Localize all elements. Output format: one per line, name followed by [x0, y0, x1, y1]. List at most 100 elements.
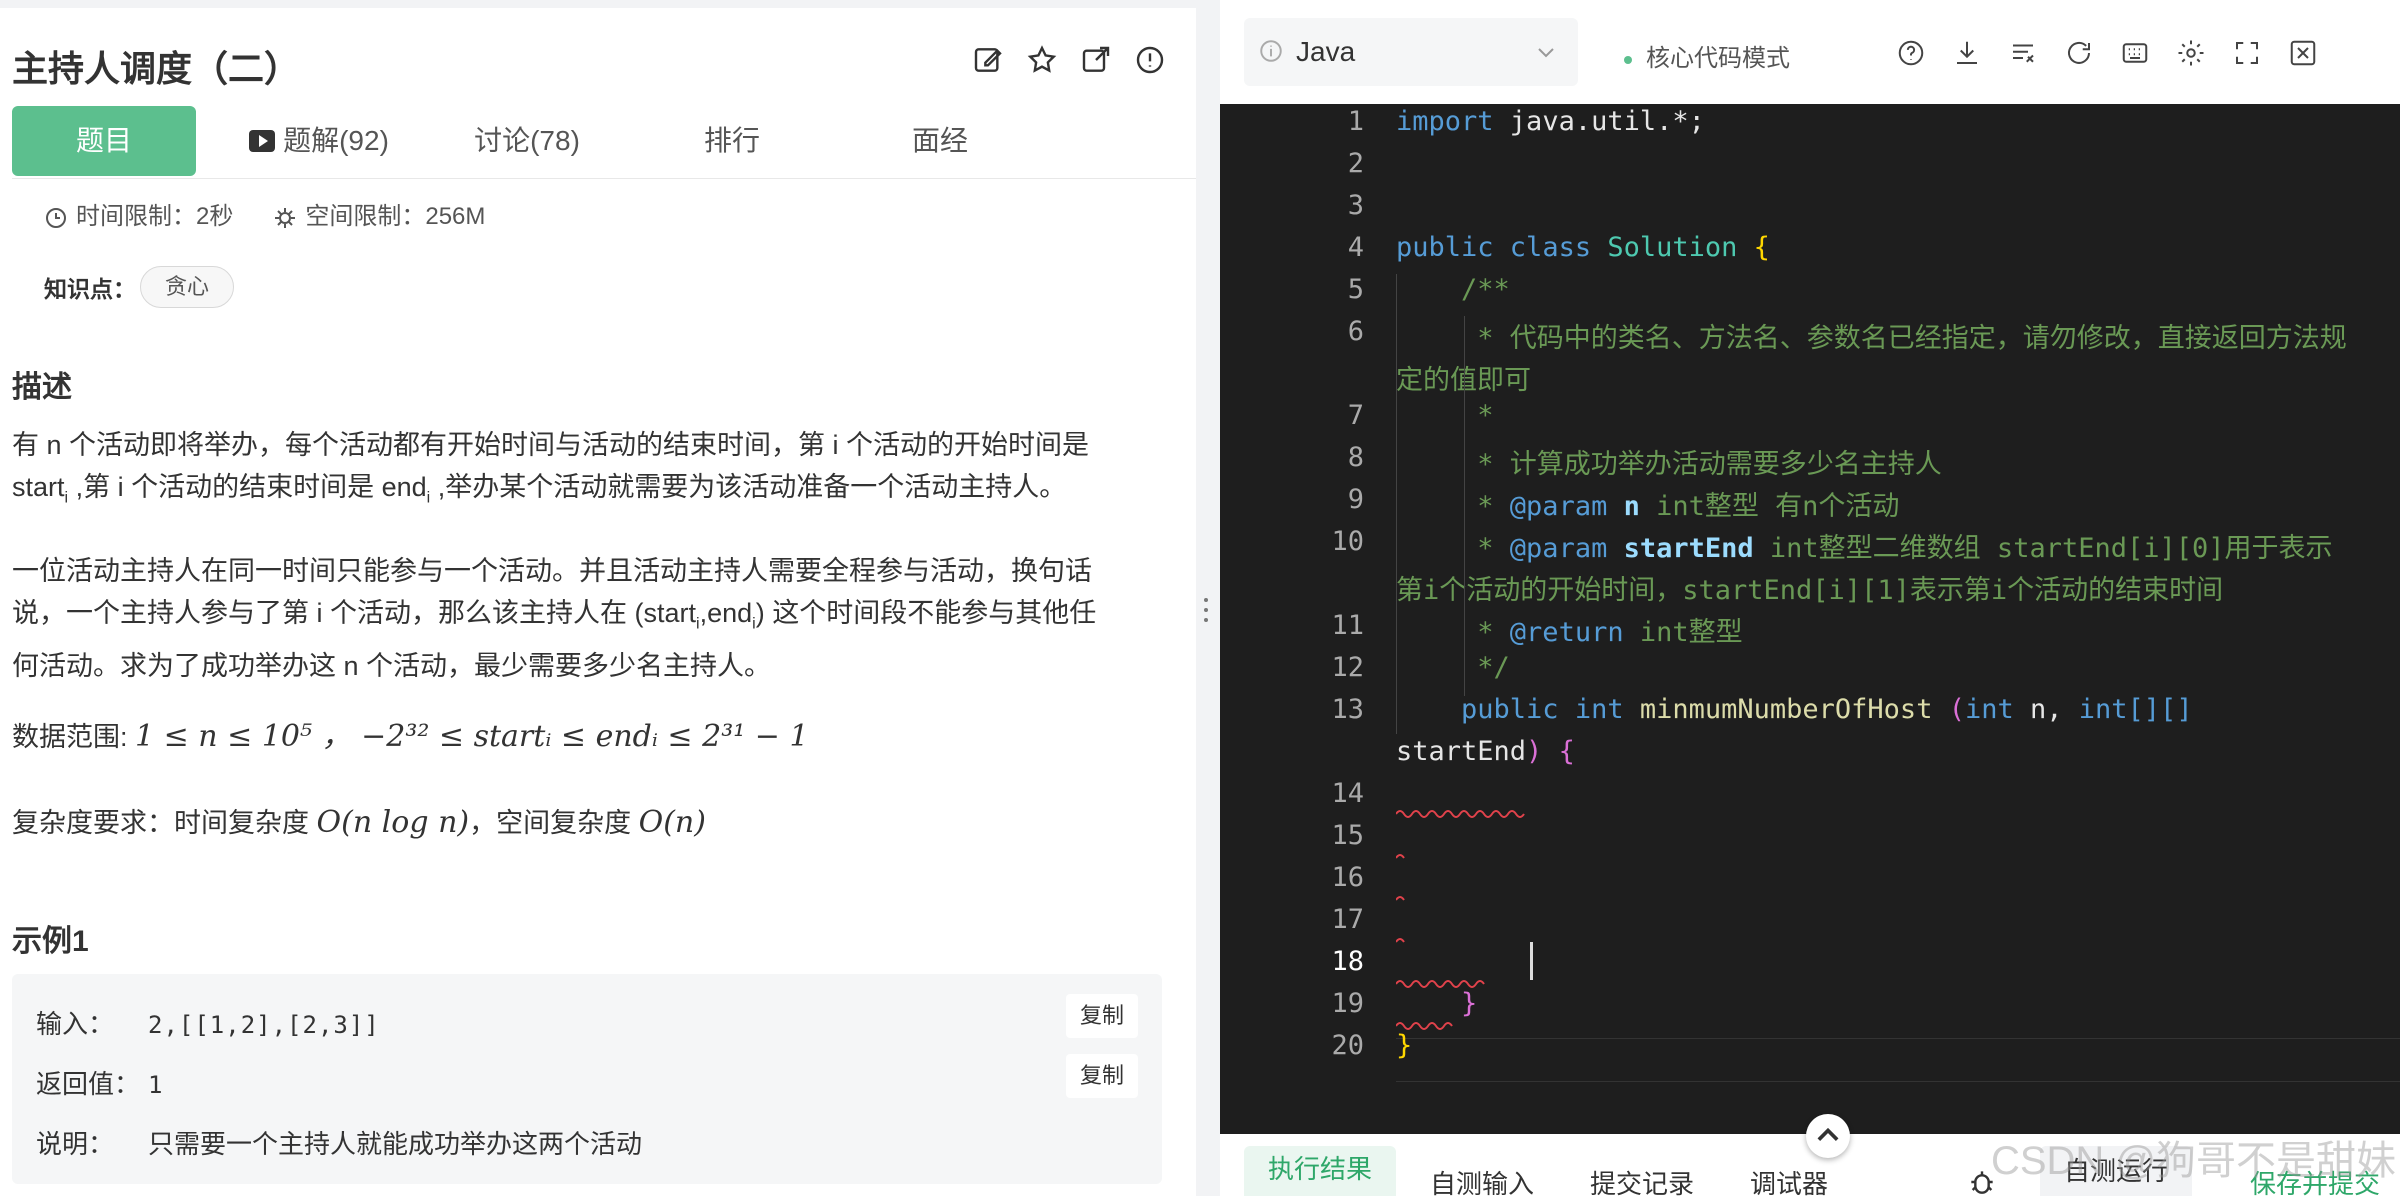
- keyword: int: [1964, 694, 2014, 725]
- annotation: @param: [1509, 533, 1608, 564]
- line-number: 19: [1331, 988, 1364, 1019]
- code-text: int整型: [1623, 617, 1743, 648]
- edit-icon[interactable]: [972, 44, 1004, 76]
- line-number: 5: [1347, 274, 1364, 305]
- code-text: *: [1396, 491, 1510, 522]
- knowledge-label: 知识点：: [44, 276, 136, 302]
- tab-run-result[interactable]: 执行结果: [1244, 1146, 1397, 1196]
- desc-text: ) 这个时间段不能参与其他任: [755, 598, 1097, 628]
- keyword: public: [1396, 232, 1494, 263]
- desc-text: ,举办某个活动就需要为该活动准备一个活动主持人。: [430, 472, 1067, 502]
- complexity: 复杂度要求：时间复杂度 O(n log n)，空间复杂度 O(n): [12, 802, 1172, 844]
- tab-problem[interactable]: 题目: [12, 106, 196, 176]
- line-number: 13: [1331, 694, 1364, 725]
- line-number: 2: [1347, 148, 1364, 179]
- line-number: 9: [1347, 484, 1364, 515]
- code-text: *: [1396, 617, 1510, 648]
- problem-title: 主持人调度（二）: [12, 48, 301, 89]
- example-heading: 示例1: [12, 925, 89, 958]
- description-heading: 描述: [12, 371, 72, 404]
- code-line-1: import java.util.*;: [1396, 106, 1705, 137]
- close-icon[interactable]: [2288, 38, 2318, 68]
- code-text: java.util.*;: [1493, 106, 1705, 137]
- code-line-4: public class Solution {: [1396, 232, 1770, 263]
- code-mode[interactable]: 核心代码模式: [1624, 38, 1790, 73]
- desc-text: 一位活动主持人在同一时间只能参与一个活动。并且活动主持人需要全程参与活动，换句话: [12, 556, 1092, 586]
- range-label: 数据范围:: [12, 722, 136, 752]
- share-icon[interactable]: [1080, 44, 1112, 76]
- line-number: 16: [1331, 862, 1364, 893]
- tab-debugger[interactable]: 调试器: [1750, 1164, 1828, 1201]
- clock-icon: [46, 207, 66, 228]
- complexity-space: O(n): [638, 805, 706, 840]
- data-range: 数据范围: 1 ≤ n ≤ 10⁵ ， −2³² ≤ startᵢ ≤ endᵢ…: [12, 716, 1172, 758]
- format-icon[interactable]: [2008, 38, 2038, 68]
- knowledge-tag[interactable]: 贪心: [140, 266, 235, 308]
- panel-resize-handle[interactable]: [1196, 0, 1220, 1196]
- line-number: 11: [1331, 610, 1364, 641]
- annotation: @param: [1509, 491, 1608, 522]
- tab-solutions[interactable]: 题解(92): [234, 106, 404, 176]
- description-paragraph-2: 一位活动主持人在同一时间只能参与一个活动。并且活动主持人需要全程参与活动，换句话…: [12, 550, 1172, 687]
- expand-panel-button[interactable]: [1806, 1114, 1850, 1158]
- example-input: 输入： 2,[[1,2],[2,3]]: [36, 1004, 380, 1041]
- editor-toolbar: Java 核心代码模式: [1220, 0, 2400, 104]
- complexity-text: ，空间复杂度: [469, 808, 639, 838]
- tab-interview[interactable]: 面经: [900, 106, 980, 176]
- code-line-8: * 计算成功举办活动需要多少名主持人: [1396, 449, 1942, 480]
- keyboard-icon[interactable]: [2120, 38, 2150, 68]
- input-value: 2,[[1,2],[2,3]]: [148, 1011, 380, 1039]
- help-icon[interactable]: [1896, 38, 1926, 68]
- tab-discussion[interactable]: 讨论(78): [462, 106, 592, 176]
- code-editor[interactable]: 1 2 3 4 5 6 7 8 9 10 11 12 13 14 15 16 1…: [1220, 104, 2400, 1134]
- line-number: 17: [1331, 904, 1364, 935]
- line-number: 1: [1347, 106, 1364, 137]
- line-number: 4: [1347, 232, 1364, 263]
- code-line-11: * @return int整型: [1396, 610, 1743, 649]
- download-icon[interactable]: [1952, 38, 1982, 68]
- tab-custom-input[interactable]: 自测输入: [1430, 1164, 1534, 1201]
- complexity-time: O(n log n): [316, 805, 470, 840]
- explain-value: 只需要一个主持人就能成功举办这两个活动: [148, 1129, 643, 1159]
- line-number-current: 18: [1331, 946, 1364, 977]
- method-name: minmumNumberOfHost: [1623, 694, 1933, 725]
- reset-icon[interactable]: [2064, 38, 2094, 68]
- line-number: 10: [1331, 526, 1364, 557]
- time-limit: 时间限制：2秒: [44, 196, 233, 231]
- line-number: 15: [1331, 820, 1364, 851]
- code-text: *: [1396, 533, 1510, 564]
- code-line-10: * @param startEnd int整型二维数组 startEnd[i][…: [1396, 526, 2332, 565]
- brace: {: [1542, 736, 1575, 767]
- code-line-9: * @param n int整型 有n个活动: [1396, 484, 1899, 523]
- explain-label: 说明：: [36, 1129, 115, 1159]
- return-value: 1: [148, 1071, 164, 1099]
- code-text: startEnd: [1396, 736, 1527, 767]
- description-paragraph-1: 有 n 个活动即将举办，每个活动都有开始时间与活动的结束时间，第 i 个活动的开…: [12, 424, 1172, 519]
- settings-icon[interactable]: [2176, 38, 2206, 68]
- space-limit-text: 空间限制：256M: [305, 203, 486, 230]
- tab-submissions[interactable]: 提交记录: [1590, 1164, 1694, 1201]
- brace: {: [1737, 232, 1770, 263]
- keyword: import: [1396, 106, 1494, 137]
- time-limit-text: 时间限制：2秒: [76, 203, 234, 230]
- line-number: 12: [1331, 652, 1364, 683]
- editor-panel: Java 核心代码模式 1 2 3 4 5 6 7 8 9 10 11 12 1…: [1220, 0, 2400, 1199]
- fullscreen-icon[interactable]: [2232, 38, 2262, 68]
- keyword: int[][]: [2078, 694, 2193, 725]
- language-select[interactable]: Java: [1244, 18, 1578, 86]
- tab-ranking[interactable]: 排行: [692, 106, 772, 176]
- line-number: 6: [1347, 316, 1364, 347]
- star-icon[interactable]: [1026, 44, 1058, 76]
- code-line-10-wrap: 第i个活动的开始时间，startEnd[i][1]表示第i个活动的结束时间: [1396, 575, 2224, 606]
- top-strip: [0, 0, 1196, 8]
- code-text: n,: [2013, 694, 2079, 725]
- chevron-down-icon: [1538, 48, 1554, 58]
- copy-return-button[interactable]: 复制: [1066, 1054, 1138, 1098]
- input-label: 输入：: [36, 1009, 115, 1039]
- code-line-7: *: [1396, 400, 1494, 431]
- report-icon[interactable]: [1134, 44, 1166, 76]
- copy-input-button[interactable]: 复制: [1066, 994, 1138, 1038]
- param-name: startEnd: [1607, 533, 1754, 564]
- code-line-6: * 代码中的类名、方法名、参数名已经指定，请勿修改，直接返回方法规: [1396, 323, 2347, 354]
- line-number: 20: [1331, 1030, 1364, 1061]
